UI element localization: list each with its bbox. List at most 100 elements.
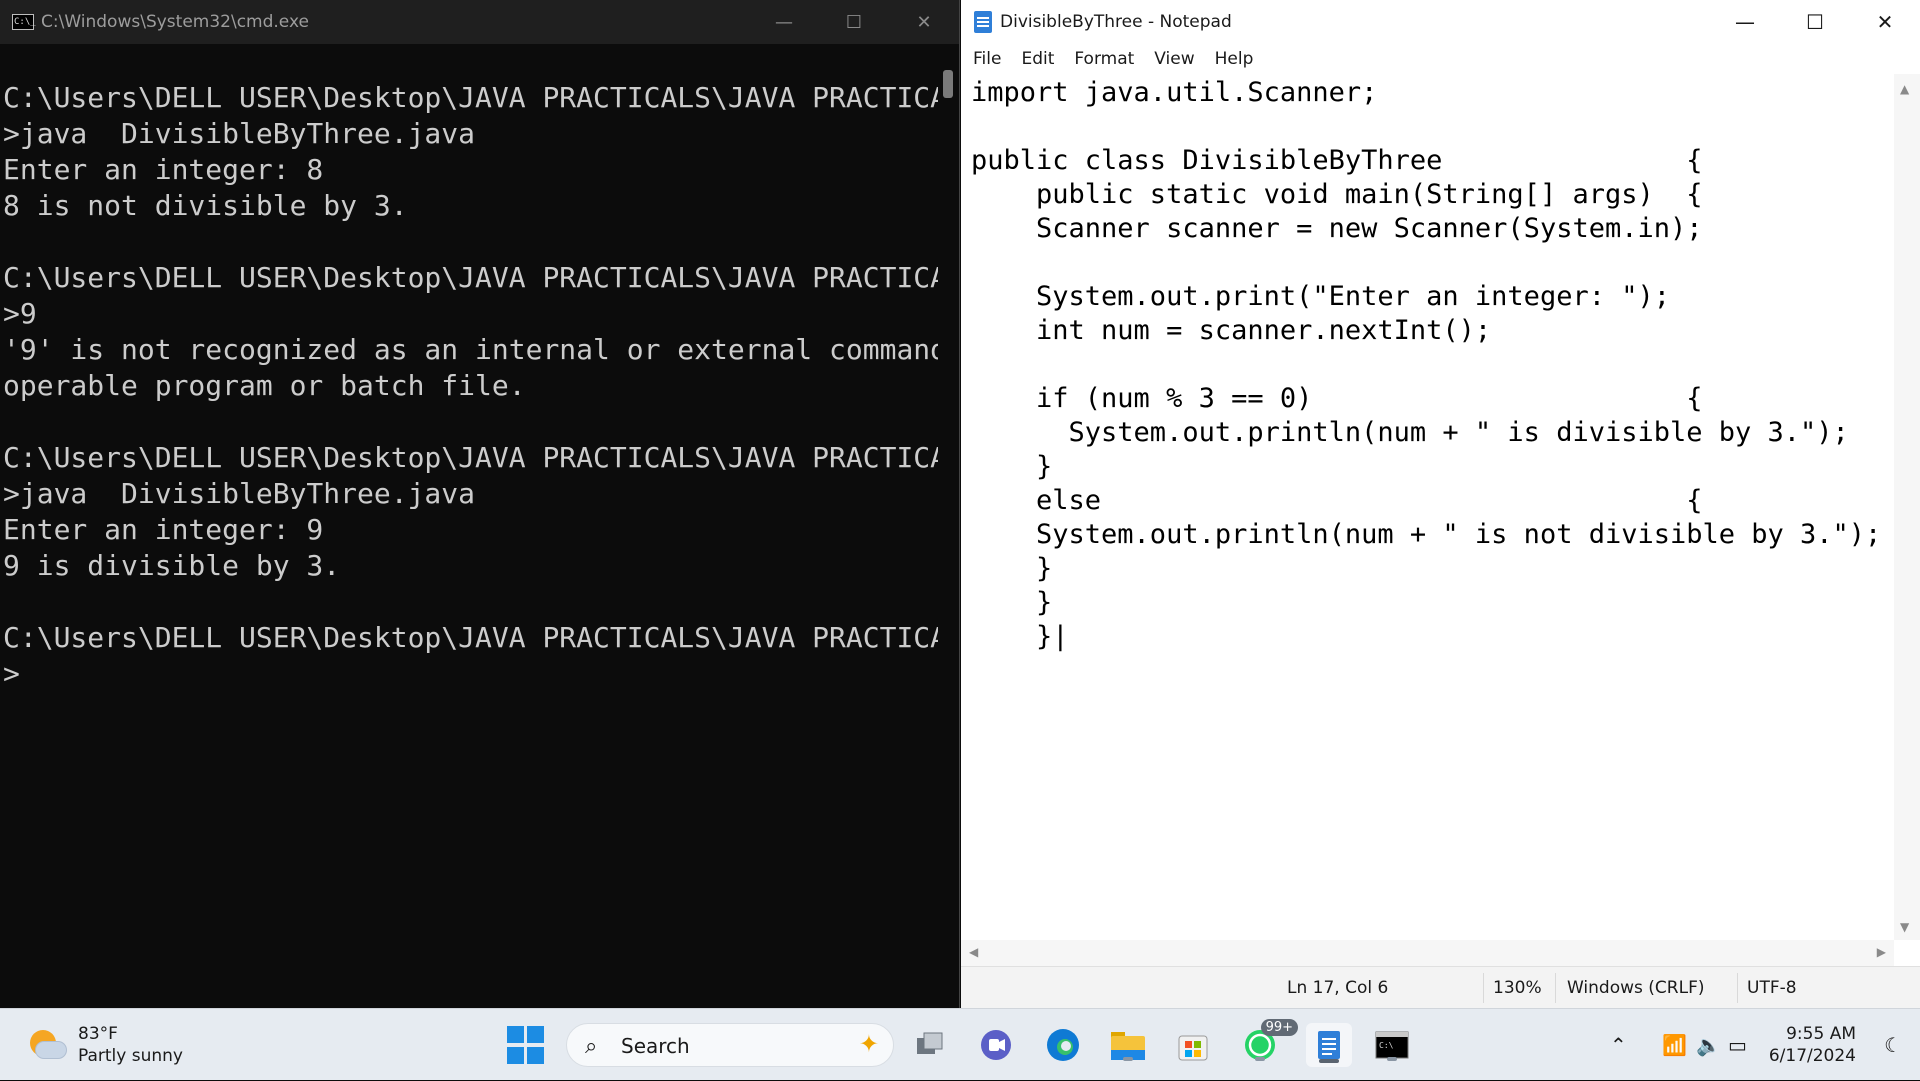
code-line: if (num % 3 == 0) { <box>971 383 1703 414</box>
weather-temperature: 83°F <box>78 1024 118 1044</box>
cmd-window-title: C:\Windows\System32\cmd.exe <box>41 12 309 32</box>
chat-icon <box>981 1030 1011 1060</box>
menu-file[interactable]: File <box>973 49 1001 69</box>
code-line: System.out.println(num + " is divisible … <box>971 417 1849 448</box>
horizontal-scrollbar[interactable]: ◀ ▶ <box>961 940 1894 966</box>
scroll-up-icon[interactable]: ▲ <box>1900 82 1909 96</box>
code-line: import java.util.Scanner; <box>971 77 1378 108</box>
console-line: operable program or batch file. <box>3 369 526 402</box>
console-line: >9 <box>3 297 37 330</box>
notepad-window[interactable]: DivisibleByThree - Notepad — ☐ ✕ File Ed… <box>961 0 1920 1008</box>
notepad-icon <box>1318 1031 1340 1059</box>
console-output[interactable]: C:\Users\DELL USER\Desktop\JAVA PRACTICA… <box>3 44 938 1008</box>
code-line: System.out.println(num + " is not divisi… <box>971 519 1882 550</box>
console-line: > <box>3 657 20 690</box>
clock-date: 6/17/2024 <box>1768 1046 1856 1066</box>
menu-view[interactable]: View <box>1154 49 1194 69</box>
taskbar: 83°F Partly sunny ⌕ Search ✦ 99+ C:\ ⌃ 📶… <box>0 1008 1920 1080</box>
console-line: C:\Users\DELL USER\Desktop\JAVA PRACTICA… <box>3 621 938 654</box>
wifi-icon[interactable]: 📶 <box>1662 1033 1687 1057</box>
console-line: C:\Users\DELL USER\Desktop\JAVA PRACTICA… <box>3 81 938 114</box>
cmd-titlebar[interactable]: C:\_ C:\Windows\System32\cmd.exe — ☐ ✕ <box>0 0 959 44</box>
code-line: int num = scanner.nextInt(); <box>971 315 1492 346</box>
whatsapp-button[interactable]: 99+ <box>1240 1019 1298 1065</box>
start-button[interactable] <box>507 1025 544 1065</box>
code-line: public class DivisibleByThree { <box>971 145 1703 176</box>
weather-condition: Partly sunny <box>78 1046 183 1066</box>
cmd-window-controls: — ☐ ✕ <box>749 0 959 44</box>
maximize-button[interactable]: ☐ <box>819 0 889 44</box>
encoding: UTF-8 <box>1747 978 1797 998</box>
console-line: >java DivisibleByThree.java <box>3 117 476 150</box>
edge-browser-icon <box>1047 1029 1079 1061</box>
copilot-sparkle-icon: ✦ <box>858 1030 879 1058</box>
menu-edit[interactable]: Edit <box>1021 49 1054 69</box>
notepad-titlebar[interactable]: DivisibleByThree - Notepad — ☐ ✕ <box>961 0 1920 44</box>
vertical-scrollbar[interactable]: ▲ ▼ <box>1894 74 1920 940</box>
edge-button[interactable] <box>1043 1025 1083 1065</box>
search-label: Search <box>621 1034 690 1058</box>
clock[interactable]: 9:55 AM 6/17/2024 <box>1769 1023 1856 1067</box>
battery-icon[interactable]: ▭ <box>1728 1033 1747 1057</box>
show-hidden-icons-chevron-up-icon[interactable]: ⌃ <box>1610 1033 1627 1057</box>
clock-time: 9:55 AM <box>1786 1024 1856 1044</box>
menu-format[interactable]: Format <box>1074 49 1134 69</box>
minimize-button[interactable]: — <box>1710 0 1780 44</box>
line-ending: Windows (CRLF) <box>1567 978 1705 998</box>
teams-chat-button[interactable] <box>976 1025 1016 1065</box>
task-view-icon <box>917 1032 943 1054</box>
maximize-button[interactable]: ☐ <box>1780 0 1850 44</box>
code-line: public static void main(String[] args) { <box>971 179 1703 210</box>
scroll-down-icon[interactable]: ▼ <box>1900 920 1909 934</box>
microsoft-store-button[interactable] <box>1173 1025 1213 1065</box>
minimize-button[interactable]: — <box>749 0 819 44</box>
close-button[interactable]: ✕ <box>889 0 959 44</box>
task-view-button[interactable] <box>910 1025 950 1065</box>
terminal-icon: C:\ <box>1375 1031 1409 1059</box>
zoom-level: 130% <box>1493 978 1542 998</box>
cmd-app-icon: C:\_ <box>12 14 36 30</box>
notepad-taskbar-button[interactable] <box>1306 1023 1352 1067</box>
code-line: else { <box>971 485 1703 516</box>
console-line: Enter an integer: 8 <box>3 153 324 186</box>
weather-widget[interactable]: 83°F Partly sunny <box>28 1023 183 1067</box>
svg-text:C:\: C:\ <box>1379 1041 1394 1050</box>
console-line: Enter an integer: 9 <box>3 513 324 546</box>
scroll-left-icon[interactable]: ◀ <box>969 945 978 959</box>
scroll-right-icon[interactable]: ▶ <box>1877 945 1886 959</box>
code-line: System.out.print("Enter an integer: "); <box>971 281 1670 312</box>
notepad-statusbar: Ln 17, Col 6 130% Windows (CRLF) UTF-8 <box>961 966 1920 1008</box>
code-line: }| <box>971 621 1069 652</box>
store-icon <box>1178 1035 1208 1061</box>
taskbar-search[interactable]: ⌕ Search ✦ <box>566 1023 894 1067</box>
menu-help[interactable]: Help <box>1215 49 1254 69</box>
console-line: '9' is not recognized as an internal or … <box>3 333 938 366</box>
notification-badge: 99+ <box>1260 1019 1298 1036</box>
console-line: C:\Users\DELL USER\Desktop\JAVA PRACTICA… <box>3 441 938 474</box>
command-prompt-taskbar-button[interactable]: C:\ <box>1372 1025 1412 1065</box>
system-tray: ⌃ 📶 🔈 ▭ 9:55 AM 6/17/2024 ☾ <box>1600 1009 1920 1081</box>
windows-logo-icon <box>507 1025 524 1043</box>
notifications-moon-icon[interactable]: ☾ <box>1884 1033 1902 1057</box>
partly-sunny-icon <box>28 1026 66 1064</box>
console-line: C:\Users\DELL USER\Desktop\JAVA PRACTICA… <box>3 261 938 294</box>
file-explorer-button[interactable] <box>1108 1025 1148 1065</box>
code-line: } <box>971 451 1053 482</box>
close-button[interactable]: ✕ <box>1850 0 1920 44</box>
cmd-scrollbar-thumb[interactable] <box>943 70 953 98</box>
code-line: } <box>971 587 1053 618</box>
console-line: >java DivisibleByThree.java <box>3 477 476 510</box>
console-line: 8 is not divisible by 3. <box>3 189 408 222</box>
cursor-position: Ln 17, Col 6 <box>1287 978 1389 998</box>
text-editor[interactable]: import java.util.Scanner; public class Di… <box>961 74 1894 940</box>
cmd-window[interactable]: C:\_ C:\Windows\System32\cmd.exe — ☐ ✕ C… <box>0 0 960 1008</box>
volume-icon[interactable]: 🔈 <box>1696 1033 1721 1057</box>
notepad-window-title: DivisibleByThree - Notepad <box>1000 12 1232 32</box>
notepad-window-controls: — ☐ ✕ <box>1710 0 1920 44</box>
